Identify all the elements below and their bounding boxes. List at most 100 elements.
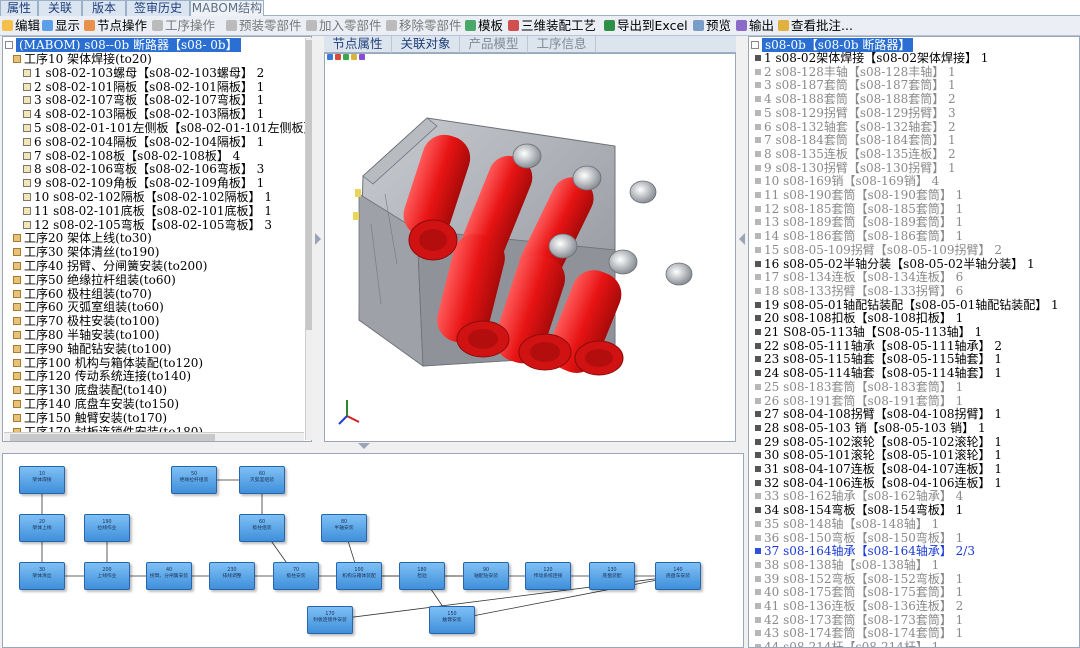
tree-item-process[interactable]: 工序130 底盘装配(to140) [13,383,167,397]
parts-tree-item[interactable]: 24 s08-05-114轴套【s08-05-114轴套】 1 [755,366,1002,381]
flow-node[interactable]: 170 封板连锁件安装 [307,606,353,634]
parts-tree-item[interactable]: 44 s08-214杆【s08-214杆】 1 [755,640,939,647]
tree-item-process[interactable]: 工序60 灭弧室组装(to60) [13,300,164,314]
tab-node-properties[interactable]: 节点属性 [324,36,392,53]
parts-tree-item[interactable]: 37 s08-164轴承【s08-164轴承】 2/3 [755,544,975,559]
parts-tree-item[interactable]: 5 s08-129拐臂【s08-129拐臂】 3 [755,106,956,121]
flow-node[interactable]: 60 极柱组装 [239,514,285,542]
tree-item-process[interactable]: 工序20 架体上线(to30) [13,231,152,245]
flow-node[interactable]: 50 绝缘拉杆组装 [171,466,217,494]
template-button[interactable]: 模板 [465,17,503,35]
flow-node[interactable]: 190 拉线作业 [84,514,130,542]
parts-tree-item[interactable]: 18 s08-133拐臂【s08-133拐臂】 6 [755,284,963,299]
parts-tree-item[interactable]: 15 s08-05-109拐臂【s08-05-109拐臂】 2 [755,243,1002,258]
parts-tree-item[interactable]: 38 s08-138轴【s08-138轴】 1 [755,558,939,573]
scroll-thumb[interactable] [306,40,312,330]
parts-tree-item[interactable]: 4 s08-188套筒【s08-188套筒】 2 [755,92,956,107]
tab-product-model[interactable]: 产品模型 [460,36,528,53]
flow-node[interactable]: 230 排线调整 [209,562,255,590]
export-excel-button[interactable]: 导出到Excel [604,17,688,35]
parts-tree-item[interactable]: 31 s08-04-107连板【s08-04-107连板】 1 [755,462,1002,477]
parts-tree-item[interactable]: 9 s08-130拐臂【s08-130拐臂】 1 [755,161,956,176]
tab-relations[interactable]: 关联 [38,0,82,16]
tree-item-part[interactable]: 7 s08-02-108板【s08-02-108板】 4 [23,149,240,163]
node-operation-button[interactable]: 节点操作 [84,17,147,35]
tree-item-part[interactable]: 9 s08-02-109角板【s08-02-109角板】 1 [23,176,264,190]
tree-item-process[interactable]: 工序50 绝缘拉杆组装(to60) [13,273,176,287]
parts-tree-root[interactable]: s08-0b【s08-0b 断路器】 [751,38,914,52]
flow-node[interactable]: 140 底盘车安装 [655,562,701,590]
tree-item-part[interactable]: 3 s08-02-107弯板【s08-02-107弯板】 1 [23,93,264,107]
tree-item-process[interactable]: 工序10 架体焊接(to20) [13,52,152,66]
tree-item-part[interactable]: 12 s08-02-105弯板【s08-02-105弯板】 3 [23,218,272,232]
tree-item-part[interactable]: 8 s08-02-106弯板【s08-02-106弯板】 3 [23,162,264,176]
tab-versions[interactable]: 版本 [82,0,126,16]
3d-model-viewer[interactable] [324,53,736,442]
parts-tree-item[interactable]: 34 s08-154弯板【s08-154弯板】 1 [755,503,963,518]
flow-node[interactable]: 150 触臂安装 [429,606,475,634]
flow-node[interactable]: 80 半轴安装 [321,514,367,542]
parts-tree-item[interactable]: 10 s08-169销【s08-169销】 4 [755,174,939,189]
parts-tree-item[interactable]: 40 s08-175套筒【s08-175套筒】 1 [755,585,963,600]
flow-node[interactable]: 120 传动系统连接 [525,562,571,590]
tree-item-part[interactable]: 11 s08-02-101底板【s08-02-101底板】 1 [23,204,272,218]
tab-mabom-structure[interactable]: MABOM结构 [190,0,264,16]
parts-tree-item[interactable]: 25 s08-183套筒【s08-183套筒】 1 [755,380,963,395]
flow-node[interactable]: 10 架体焊接 [19,466,65,494]
flow-node[interactable]: 200 上线作业 [84,562,130,590]
edit-button[interactable]: 编辑 [2,17,40,35]
tree-item-process[interactable]: 工序150 触臂安装(to170) [13,411,167,425]
flow-node[interactable]: 90 轴配钻安装 [463,562,509,590]
left-horizontal-scrollbar[interactable] [4,432,304,441]
flow-node[interactable]: 180 检验 [399,562,445,590]
collapse-bottom-arrow-icon[interactable] [358,443,370,449]
parts-tree-item[interactable]: 28 s08-05-103 销【s08-05-103 销】 1 [755,421,986,436]
tree-item-part[interactable]: 5 s08-02-01-101左侧板【s08-02-01-101左侧板】 [23,121,311,135]
parts-tree-item[interactable]: 7 s08-184套筒【s08-184套筒】 1 [755,133,956,148]
flow-node[interactable]: 30 架体清丝 [19,562,65,590]
tree-item-process[interactable]: 工序120 传动系统连接(to140) [13,369,191,383]
tree-item-process[interactable]: 工序30 架体清丝(to190) [13,245,159,259]
display-button[interactable]: 显示 [42,17,80,35]
zoom-tool-icon[interactable] [351,54,357,60]
add-parts-button[interactable]: 加入零部件 [306,17,382,35]
3d-assembly-process-button[interactable]: 三维装配工艺 [508,17,596,35]
tree-item-part[interactable]: 2 s08-02-101隔板【s08-02-101隔板】 1 [23,80,264,94]
parts-tree-item[interactable]: 21 S08-05-113轴【S08-05-113轴】 1 [755,325,982,340]
preview-button[interactable]: 预览 [693,17,731,35]
scroll-thumb[interactable] [10,434,215,441]
parts-tree-item[interactable]: 35 s08-148轴【s08-148轴】 1 [755,517,939,532]
collapse-right-arrow-icon[interactable] [739,233,745,245]
flow-node[interactable]: 40 拐臂、分闸簧安装 [146,562,192,590]
output-button[interactable]: 输出 [736,17,774,35]
tree-item-part[interactable]: 4 s08-02-103隔板【s08-02-103隔板】 1 [23,107,264,121]
parts-tree-item[interactable]: 43 s08-174套筒【s08-174套筒】 1 [755,627,963,641]
parts-tree-item[interactable]: 14 s08-186套筒【s08-186套筒】 1 [755,229,963,244]
parts-tree-item[interactable]: 27 s08-04-108拐臂【s08-04-108拐臂】 1 [755,407,1002,422]
tree-item-process[interactable]: 工序100 机构与箱体装配(to120) [13,356,203,370]
parts-tree-item[interactable]: 30 s08-05-101滚轮【s08-05-101滚轮】 1 [755,448,1002,463]
flow-node[interactable]: 100 机构与箱体装配 [336,562,382,590]
tab-review-history[interactable]: 签审历史 [126,0,190,16]
parts-tree-item[interactable]: 8 s08-135连板【s08-135连板】 2 [755,147,956,162]
flow-node[interactable]: 70 极柱安装 [273,562,319,590]
preassemble-parts-button[interactable]: 预装零部件 [226,17,302,35]
tab-properties[interactable]: 属性 [0,0,38,16]
remove-parts-button[interactable]: 移除零部件 [386,17,462,35]
tree-item-part[interactable]: 10 s08-02-102隔板【s08-02-102隔板】 1 [23,190,272,204]
tree-item-process[interactable]: 工序70 极柱安装(to100) [13,314,159,328]
tree-item-process[interactable]: 工序140 底盘车安装(to150) [13,397,179,411]
tree-item-process[interactable]: 工序40 拐臂、分闸簧安装(to200) [13,259,207,273]
parts-tree-item[interactable]: 41 s08-136连板【s08-136连板】 2 [755,599,963,614]
pan-tool-icon[interactable] [343,54,349,60]
flow-node[interactable]: 60 灭弧室组装 [239,466,285,494]
parts-tree-item[interactable]: 17 s08-134连板【s08-134连板】 6 [755,270,963,285]
tab-related-objects[interactable]: 关联对象 [392,36,460,53]
tree-item-process[interactable]: 工序90 轴配钻安装(to100) [13,342,171,356]
tree-root[interactable]: (MABOM) s08--0b 断路器【s08- 0b】 [5,38,241,52]
parts-tree-item[interactable]: 20 s08-108扣板【s08-108扣板】 1 [755,311,963,326]
rotate-tool-icon[interactable] [335,54,341,60]
tab-process-info[interactable]: 工序信息 [528,36,596,53]
parts-tree-item[interactable]: 1 s08-02架体焊接【s08-02架体焊接】 1 [755,51,988,66]
select-tool-icon[interactable] [327,54,333,60]
